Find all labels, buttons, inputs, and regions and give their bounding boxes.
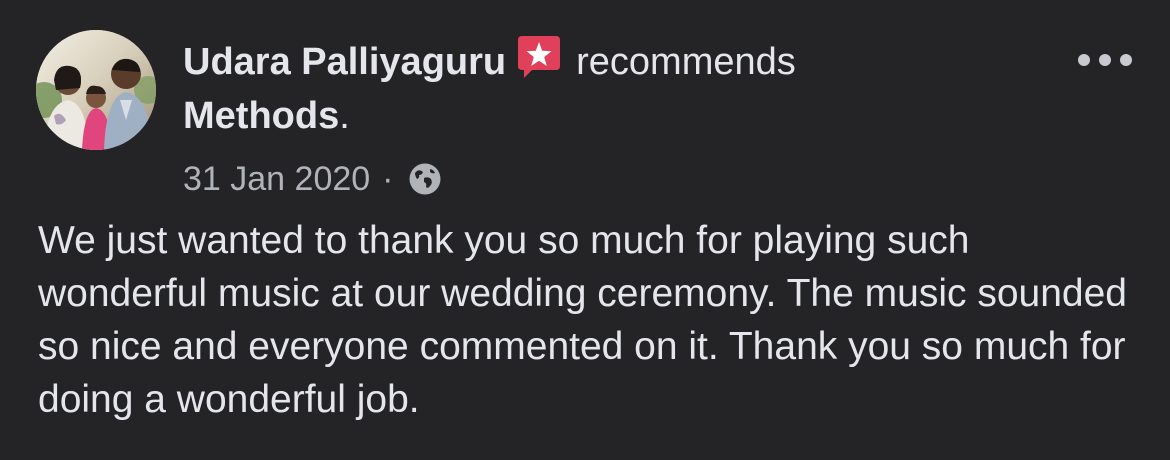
post-header: Udara Palliyaguru recommends Methods. [183, 34, 1063, 143]
more-options-icon-dot [1120, 54, 1132, 66]
recommends-label: recommends [576, 41, 796, 83]
more-options-icon-dot [1099, 54, 1111, 66]
more-options-button[interactable] [1078, 48, 1132, 72]
meta-separator: · [382, 159, 394, 198]
globe-icon [408, 162, 442, 196]
author-name[interactable]: Udara Palliyaguru [183, 41, 506, 83]
page-name-period: . [339, 95, 350, 137]
post-date[interactable]: 31 Jan 2020 [183, 160, 370, 199]
post-meta: 31 Jan 2020 · [183, 156, 442, 202]
author-avatar[interactable] [36, 30, 156, 150]
recommend-badge-icon [516, 34, 562, 80]
recommended-page-name[interactable]: Methods [183, 95, 339, 137]
post-text: We just wanted to thank you so much for … [38, 219, 1127, 421]
more-options-icon [1078, 54, 1090, 66]
